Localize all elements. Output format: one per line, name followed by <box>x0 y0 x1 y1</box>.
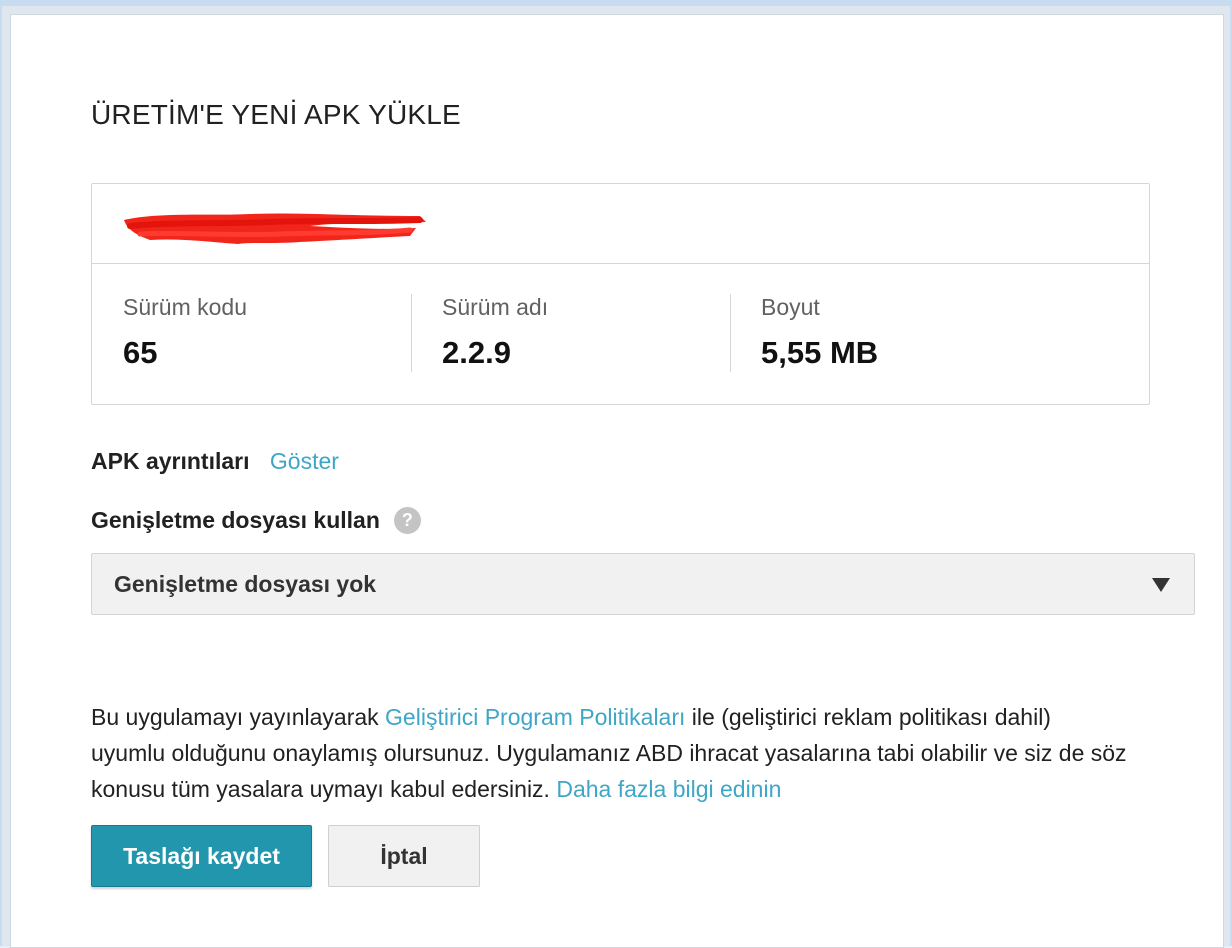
cancel-button[interactable]: İptal <box>328 825 480 887</box>
apk-card-header <box>92 184 1149 264</box>
expansion-file-label-row: Genişletme dosyası kullan ? <box>91 507 421 534</box>
upload-apk-dialog: ÜRETİM'E YENİ APK YÜKLE Sürüm kodu 65 Sü… <box>10 14 1224 948</box>
expansion-file-label: Genişletme dosyası kullan <box>91 507 380 533</box>
stat-value: 5,55 MB <box>761 335 879 370</box>
stat-size: Boyut 5,55 MB <box>730 294 1049 404</box>
apk-info-card: Sürüm kodu 65 Sürüm adı 2.2.9 Boyut 5,55… <box>91 183 1150 405</box>
stat-version-name: Sürüm adı 2.2.9 <box>411 294 730 404</box>
stat-label: Sürüm kodu <box>123 294 248 320</box>
help-icon[interactable]: ? <box>393 507 421 534</box>
stat-value: 2.2.9 <box>442 335 511 370</box>
learn-more-link[interactable]: Daha fazla bilgi edinin <box>556 776 781 802</box>
stat-version-code: Sürüm kodu 65 <box>92 294 411 404</box>
stat-value: 65 <box>123 335 158 370</box>
expansion-file-selected-value: Genişletme dosyası yok <box>114 570 377 597</box>
apk-details-label: APK ayrıntıları <box>91 448 250 474</box>
save-draft-button[interactable]: Taslağı kaydet <box>91 825 312 887</box>
stat-label: Boyut <box>761 294 820 320</box>
stat-label: Sürüm adı <box>442 294 549 320</box>
dialog-title: ÜRETİM'E YENİ APK YÜKLE <box>91 99 461 130</box>
apk-stats-row: Sürüm kodu 65 Sürüm adı 2.2.9 Boyut 5,55… <box>92 264 1149 404</box>
apk-details-row: APK ayrıntıları Göster <box>91 448 339 475</box>
policy-text-part: Bu uygulamayı yayınlayarak <box>91 704 386 730</box>
caret-down-icon <box>1152 578 1170 592</box>
action-buttons: Taslağı kaydet İptal <box>91 825 480 887</box>
page-frame: ÜRETİM'E YENİ APK YÜKLE Sürüm kodu 65 Sü… <box>0 0 1232 948</box>
expansion-file-select[interactable]: Genişletme dosyası yok <box>91 553 1195 615</box>
policy-notice: Bu uygulamayı yayınlayarak Geliştirici P… <box>91 699 1131 807</box>
show-details-link[interactable]: Göster <box>270 448 339 474</box>
apk-name-redaction-scribble <box>124 213 426 244</box>
developer-program-policies-link[interactable]: Geliştirici Program Politikaları <box>385 704 685 730</box>
